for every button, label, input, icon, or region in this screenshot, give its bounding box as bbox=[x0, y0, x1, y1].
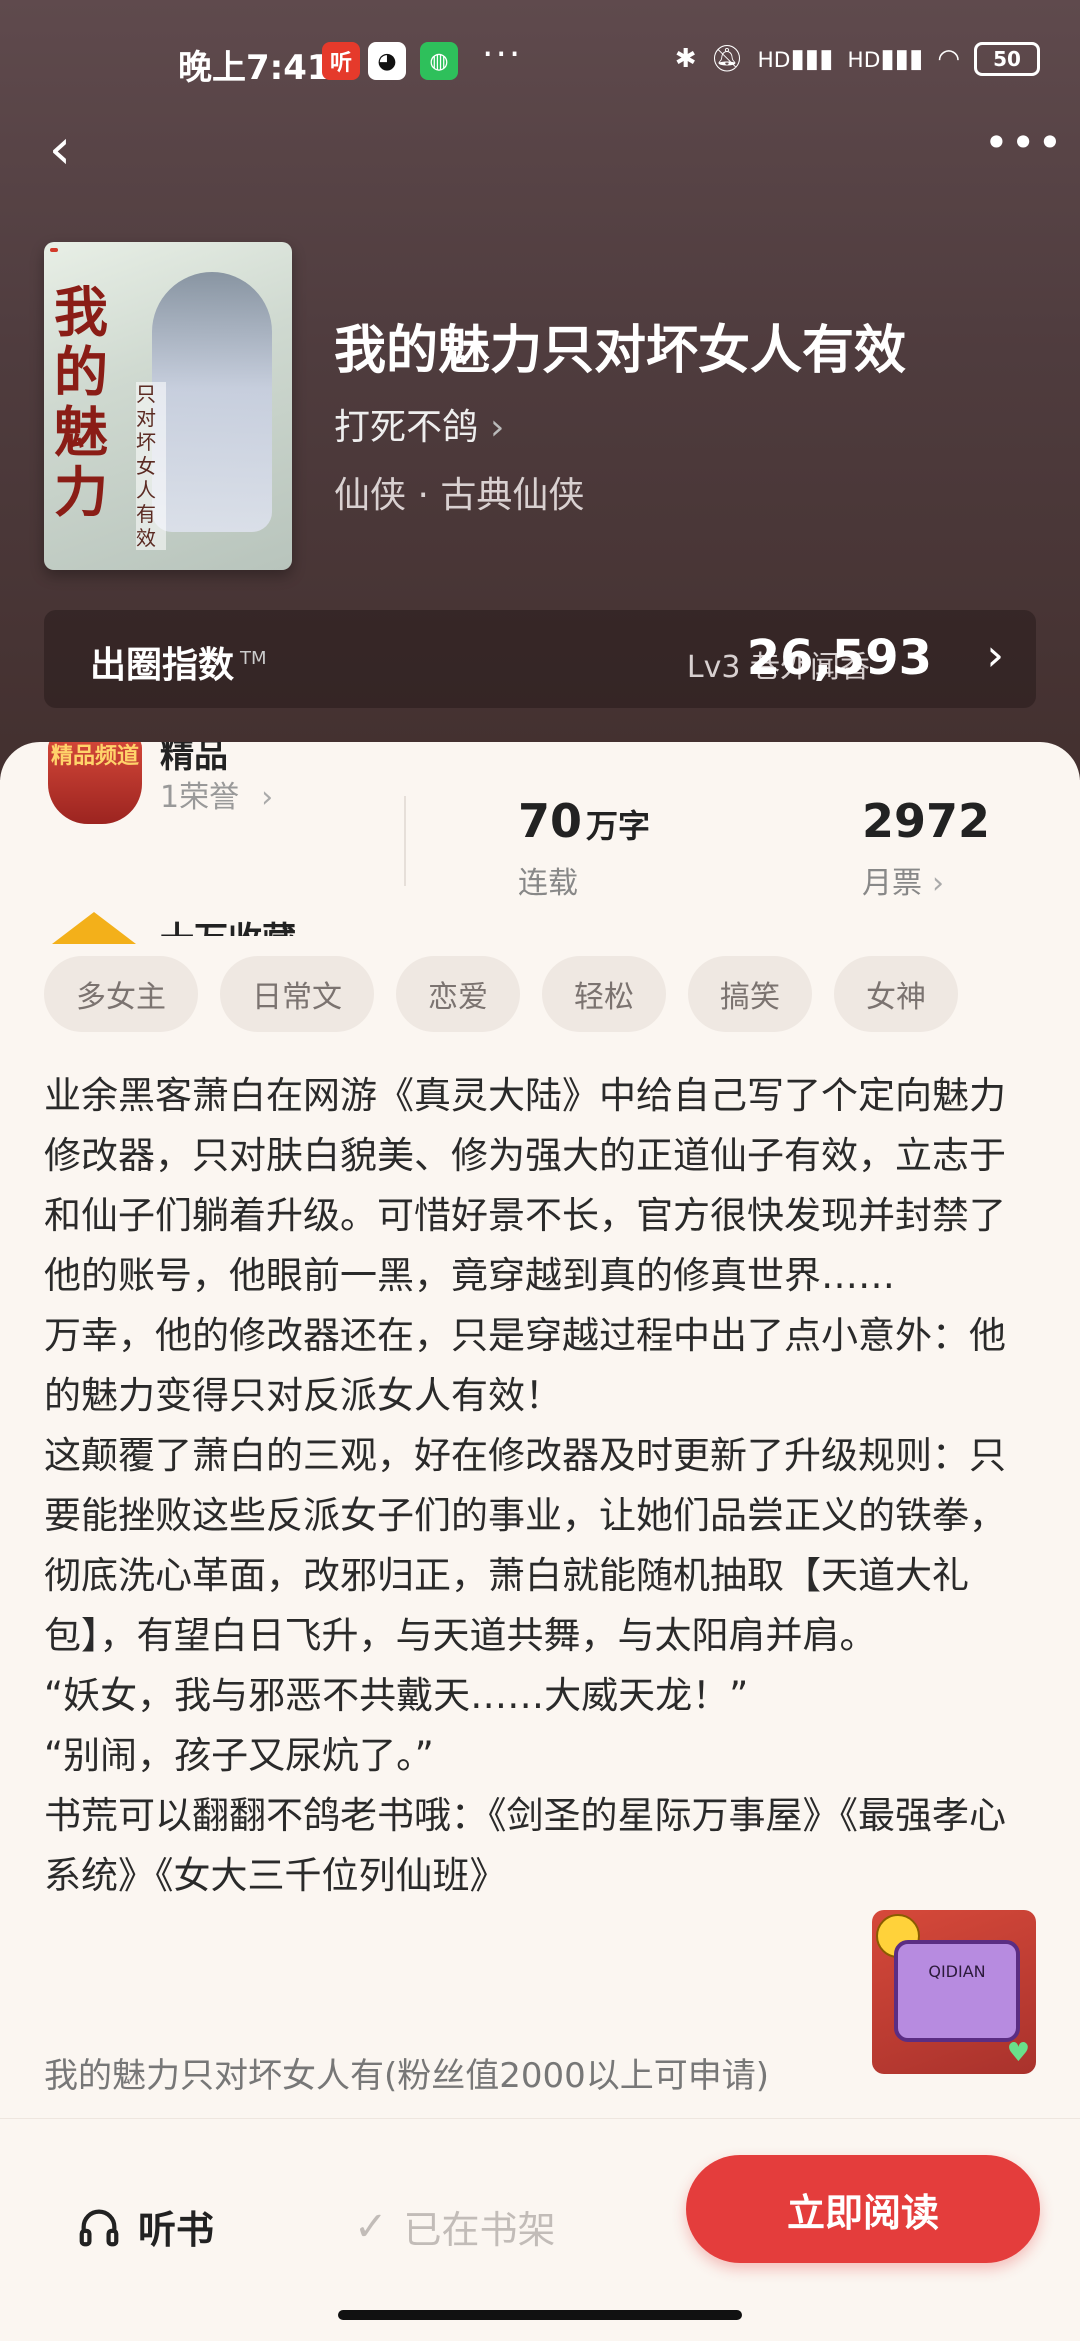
word-count-stat: 70 万字 连载 bbox=[518, 794, 651, 901]
floating-promo-widget[interactable]: QIDIAN ♥ bbox=[872, 1910, 1036, 2074]
chevron-right-icon: › bbox=[932, 866, 944, 901]
listen-app-icon: 听 bbox=[322, 42, 360, 80]
collection-icon bbox=[52, 912, 136, 944]
bottom-action-bar: 听书 ✓ 已在书架 立即阅读 bbox=[0, 2118, 1080, 2341]
publisher-badge bbox=[50, 248, 58, 252]
bluetooth-icon: ✱ bbox=[674, 44, 697, 74]
more-notifications-icon: ··· bbox=[482, 34, 523, 75]
book-cover: 我的魅力 只对坏女人有效 bbox=[44, 242, 292, 570]
divider bbox=[404, 796, 406, 886]
chevron-right-icon: › bbox=[261, 780, 274, 815]
listen-button[interactable]: 听书 bbox=[76, 2199, 214, 2254]
headphones-icon bbox=[79, 2209, 119, 2246]
tag-chip[interactable]: 女神 bbox=[834, 956, 958, 1032]
tag-chip[interactable]: 多女主 bbox=[44, 956, 198, 1032]
chevron-right-icon: › bbox=[986, 630, 1004, 681]
index-label: 出圈指数 TM bbox=[90, 645, 267, 686]
listen-label: 听书 bbox=[138, 2208, 215, 2252]
tag-list: 多女主 日常文 恋爱 轻松 搞笑 女神 bbox=[44, 956, 958, 1032]
tag-chip[interactable]: 日常文 bbox=[220, 956, 374, 1032]
shelf-label: 已在书架 bbox=[403, 2208, 556, 2252]
more-options-icon[interactable]: ••• bbox=[984, 118, 1062, 178]
collection-title: 十万收藏 bbox=[160, 912, 296, 936]
signal-icon-2: HD▮▮▮ bbox=[847, 44, 924, 74]
book-genre: 仙侠 · 古典仙侠 bbox=[334, 475, 585, 516]
wifi-icon: ◠ bbox=[937, 44, 960, 74]
qq-icon: ◕ bbox=[368, 42, 406, 80]
mute-icon: 🔕︎ bbox=[710, 44, 744, 74]
read-now-button[interactable]: 立即阅读 bbox=[686, 2155, 1040, 2263]
author-link[interactable]: 打死不鸽 › bbox=[334, 398, 504, 450]
tag-chip[interactable]: 轻松 bbox=[542, 956, 666, 1032]
popularity-index-bar[interactable]: 出圈指数 TM Lv3 巷外闻香 26,593 › bbox=[44, 610, 1036, 708]
status-time: 晚上7:41 bbox=[178, 48, 331, 88]
back-icon[interactable]: ‹ bbox=[30, 120, 90, 180]
tag-chip[interactable]: 恋爱 bbox=[396, 956, 520, 1032]
cover-subtitle: 只对坏女人有效 bbox=[136, 382, 166, 550]
author-name: 打死不鸽 bbox=[334, 407, 479, 448]
status-right: ✱ 🔕︎ HD▮▮▮ HD▮▮▮ ◠ 50 bbox=[675, 42, 1040, 76]
book-title: 我的魅力只对坏女人有效 bbox=[334, 320, 907, 381]
cover-title: 我的魅力 bbox=[54, 280, 108, 524]
book-synopsis: 业余黑客萧白在网游《真灵大陆》中给自己写了个定向魅力修改器，只对肤白貌美、修为强… bbox=[44, 1074, 1006, 1897]
check-icon: ✓ bbox=[354, 2203, 388, 2250]
cover-figure bbox=[152, 272, 272, 532]
honor-count-link[interactable]: 1荣誉 › bbox=[160, 772, 273, 816]
premium-channel-icon: 精品频道 bbox=[48, 742, 142, 824]
tag-chip[interactable]: 搞笑 bbox=[688, 956, 812, 1032]
widget-screen: QIDIAN bbox=[894, 1940, 1020, 2042]
fan-group-info: 我的魅力只对坏女人有(粉丝值2000以上可申请) bbox=[44, 2056, 770, 2096]
battery-icon: 50 bbox=[974, 42, 1040, 76]
monthly-ticket-stat[interactable]: 2972 月票 › bbox=[862, 794, 990, 902]
status-bar: 晚上7:41 听 ◕ ◍ ··· ✱ 🔕︎ HD▮▮▮ HD▮▮▮ ◠ 50 bbox=[0, 0, 1080, 120]
on-shelf-button[interactable]: ✓ 已在书架 bbox=[354, 2199, 556, 2254]
index-value: 26,593 bbox=[746, 630, 932, 686]
signal-icon-1: HD▮▮▮ bbox=[757, 44, 834, 74]
serial-status: 连载 bbox=[518, 866, 578, 901]
chevron-right-icon: › bbox=[490, 407, 505, 448]
home-indicator[interactable] bbox=[338, 2310, 742, 2320]
heart-icon: ♥ bbox=[1006, 2038, 1030, 2068]
wechat-icon: ◍ bbox=[420, 42, 458, 80]
